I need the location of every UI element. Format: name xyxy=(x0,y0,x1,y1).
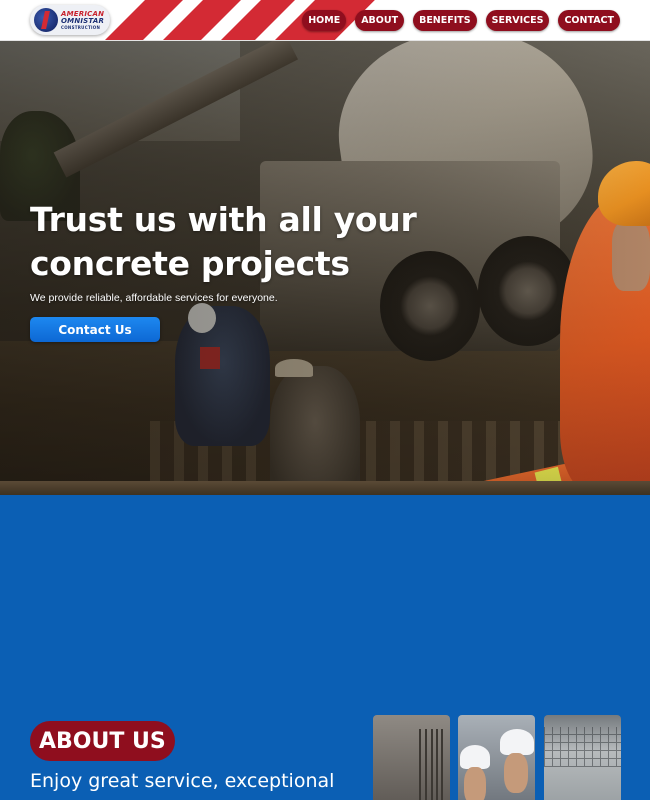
logo-text: AMERICAN OMNISTAR CONSTRUCTION xyxy=(61,10,105,30)
hero-title-line-2: concrete projects xyxy=(30,244,350,283)
nav-about-button[interactable]: ABOUT xyxy=(355,10,405,31)
about-us-heading: ABOUT US xyxy=(30,721,175,761)
nav-contact-button[interactable]: CONTACT xyxy=(558,10,620,31)
logo-line-3: CONSTRUCTION xyxy=(61,24,101,30)
hero-title-line-1: Trust us with all your xyxy=(30,200,417,239)
main-nav: HOME ABOUT BENEFITS SERVICES CONTACT xyxy=(302,10,620,31)
logo-line-2: OMNISTAR xyxy=(61,16,105,25)
about-text: Enjoy great service, exceptional xyxy=(30,770,335,792)
nav-benefits-button[interactable]: BENEFITS xyxy=(413,10,477,31)
contact-us-button[interactable]: Contact Us xyxy=(30,317,160,342)
about-image-slab xyxy=(544,715,621,800)
site-header: AMERICAN OMNISTAR CONSTRUCTION HOME ABOU… xyxy=(0,0,650,41)
about-image-workers xyxy=(458,715,535,800)
logo-mark-icon xyxy=(34,8,58,32)
about-image-rebar xyxy=(373,715,450,800)
hero-section: Trust us with all your concrete projects… xyxy=(0,41,650,495)
nav-services-button[interactable]: SERVICES xyxy=(485,10,550,31)
hero-subtitle: We provide reliable, affordable services… xyxy=(30,292,278,304)
about-section: ABOUT US Enjoy great service, exceptiona… xyxy=(0,495,650,800)
nav-home-button[interactable]: HOME xyxy=(302,10,347,31)
hero-title: Trust us with all your concrete projects xyxy=(30,198,450,286)
logo[interactable]: AMERICAN OMNISTAR CONSTRUCTION xyxy=(30,5,110,35)
